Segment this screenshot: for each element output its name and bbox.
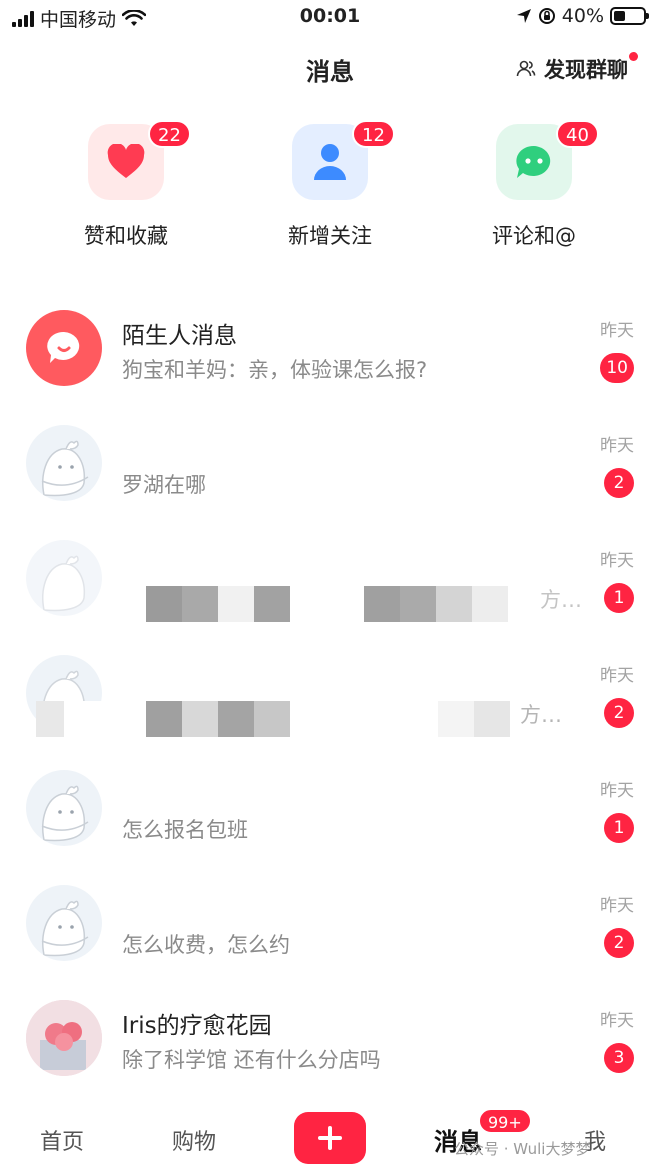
- message-time: 昨天: [600, 321, 634, 341]
- list-item[interactable]: 怎么报名包班 昨天 1: [0, 758, 660, 873]
- group-icon: [516, 60, 536, 77]
- message-preview: 狗宝和羊妈：亲，体验课怎么报?: [122, 358, 428, 382]
- list-item[interactable]: 方… 昨天 2: [0, 643, 660, 758]
- mascot-avatar-icon: [41, 900, 89, 957]
- quick-icon-bg: 40: [496, 120, 599, 200]
- list-item[interactable]: Iris的疗愈花园 除了科学馆 还有什么分店吗 昨天 3: [0, 988, 660, 1103]
- avatar: [26, 540, 102, 616]
- avatar: [26, 310, 102, 386]
- message-time: 昨天: [600, 781, 634, 801]
- message-time: 昨天: [600, 551, 634, 571]
- person-icon: [314, 144, 346, 180]
- bottom-tab-bar: 首页 购物 消息 99+ 我 公众号 · Wuli大梦梦: [0, 1100, 660, 1174]
- unread-badge: 2: [604, 928, 634, 958]
- quick-label: 赞和收藏: [84, 224, 168, 248]
- badge: 40: [556, 120, 599, 148]
- redacted-block: [146, 586, 508, 622]
- message-preview: 怎么收费，怎么约: [122, 933, 290, 957]
- message-list: 陌生人消息 狗宝和羊妈：亲，体验课怎么报? 昨天 10 罗湖在哪 昨天 2 方……: [0, 298, 660, 1103]
- message-time: 昨天: [600, 1011, 634, 1031]
- message-bubble-icon: [47, 331, 80, 363]
- unread-badge: 2: [604, 698, 634, 728]
- mascot-avatar-icon: [42, 555, 86, 612]
- avatar: [26, 1000, 102, 1076]
- conversation-name: Iris的疗愈花园: [122, 1013, 272, 1039]
- unread-badge: 1: [604, 813, 634, 843]
- avatar: [26, 425, 102, 501]
- list-item[interactable]: 怎么收费，怎么约 昨天 2: [0, 873, 660, 988]
- create-post-button[interactable]: [294, 1112, 366, 1164]
- message-preview: 除了科学馆 还有什么分店吗: [122, 1048, 381, 1072]
- message-preview: 怎么报名包班: [122, 818, 248, 842]
- status-right: 40%: [516, 5, 649, 27]
- quick-likes-collections[interactable]: 22 赞和收藏: [36, 120, 216, 250]
- quick-new-followers[interactable]: 12 新增关注: [240, 120, 420, 250]
- plus-icon: [318, 1126, 342, 1150]
- message-preview: 罗湖在哪: [122, 473, 206, 497]
- badge: 22: [148, 120, 191, 148]
- message-preview: 方…: [540, 588, 582, 612]
- location-arrow-icon: [516, 9, 531, 23]
- quick-label: 新增关注: [288, 224, 372, 248]
- conversation-name: 陌生人消息: [122, 323, 237, 349]
- list-item[interactable]: 罗湖在哪 昨天 2: [0, 413, 660, 528]
- messages-tab-badge: 99+: [478, 1108, 532, 1134]
- heart-icon: [107, 144, 145, 178]
- orientation-lock-icon: [538, 8, 555, 24]
- quick-actions: 22 赞和收藏 12 新增关注 40 评论和@: [0, 120, 660, 264]
- unread-badge: 3: [604, 1043, 634, 1073]
- battery-percent: 40%: [561, 5, 604, 27]
- watermark: 公众号 · Wuli大梦梦: [454, 1140, 591, 1158]
- tab-home[interactable]: 首页: [40, 1124, 84, 1156]
- unread-badge: 2: [604, 468, 634, 498]
- quick-icon-bg: 12: [292, 120, 395, 200]
- tab-shop[interactable]: 购物: [172, 1124, 216, 1156]
- quick-label: 评论和@: [492, 224, 576, 248]
- mascot-avatar-icon: [41, 785, 89, 842]
- quick-comments-mentions[interactable]: 40 评论和@: [444, 120, 624, 250]
- mascot-avatar-icon: [41, 440, 89, 497]
- status-bar: 中国移动 00:01 40%: [0, 0, 660, 34]
- discover-group-chat-button[interactable]: 发现群聊: [516, 52, 638, 84]
- unread-badge: 10: [600, 353, 634, 383]
- message-time: 昨天: [600, 436, 634, 456]
- list-item[interactable]: 方… 昨天 1: [0, 528, 660, 643]
- message-time: 昨天: [600, 666, 634, 686]
- badge: 12: [352, 120, 395, 148]
- message-preview: 方…: [520, 703, 562, 727]
- avatar: [26, 885, 102, 961]
- flowers-photo-icon: [26, 1000, 102, 1076]
- battery-icon: [610, 7, 649, 25]
- unread-badge: 1: [604, 583, 634, 613]
- header: 消息 发现群聊: [0, 44, 660, 92]
- message-time: 昨天: [600, 896, 634, 916]
- redacted-block: [36, 701, 510, 737]
- list-item[interactable]: 陌生人消息 狗宝和羊妈：亲，体验课怎么报? 昨天 10: [0, 298, 660, 413]
- chat-bubble-icon: [516, 145, 551, 178]
- avatar: [26, 770, 102, 846]
- notification-dot: [629, 52, 638, 61]
- quick-icon-bg: 22: [88, 120, 191, 200]
- discover-label: 发现群聊: [544, 58, 628, 82]
